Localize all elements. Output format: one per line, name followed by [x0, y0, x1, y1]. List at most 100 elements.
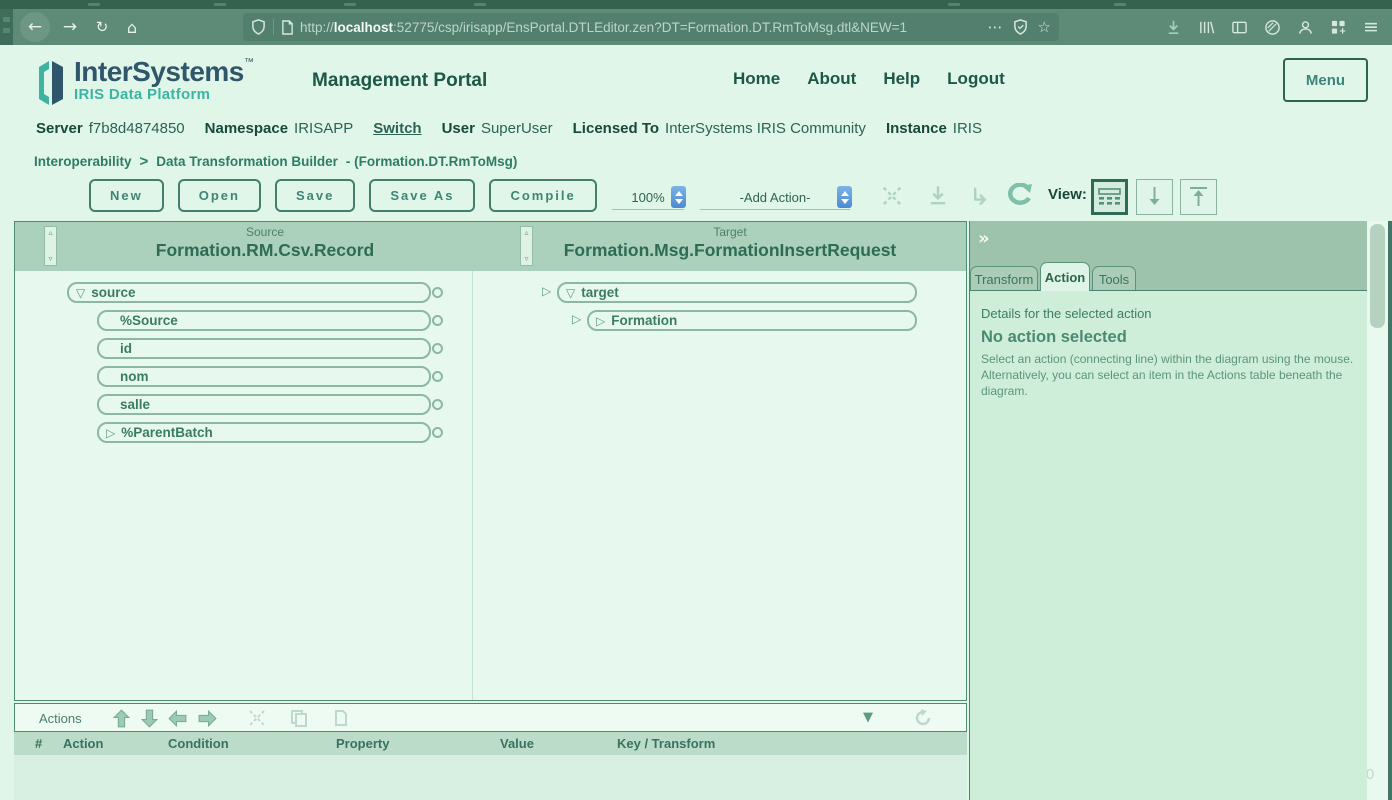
source-node-percent-source[interactable]: %Source	[97, 310, 431, 331]
cut-action-icon	[247, 708, 267, 733]
move-right-icon[interactable]	[197, 708, 218, 734]
output-port[interactable]	[432, 315, 443, 326]
extension-globe-icon[interactable]	[1263, 18, 1281, 36]
zoom-value: 100%	[631, 190, 664, 205]
save-as-button[interactable]: Save As	[369, 179, 475, 212]
tab-transform[interactable]: Transform	[970, 266, 1038, 291]
node-label: id	[120, 341, 132, 356]
source-node-parentbatch[interactable]: ▷ %ParentBatch	[97, 422, 431, 443]
url-bar[interactable]: http://localhost:52775/csp/irisapp/EnsPo…	[243, 13, 1059, 41]
source-header: Source Formation.RM.Csv.Record	[55, 225, 475, 262]
add-action-select[interactable]: -Add Action-	[700, 186, 850, 210]
url-scheme: http://	[300, 20, 334, 35]
breadcrumb-page[interactable]: Data Transformation Builder	[156, 154, 338, 169]
col-value[interactable]: Value	[500, 736, 534, 751]
back-button[interactable]: ←	[20, 12, 50, 42]
user-label: User	[442, 120, 475, 137]
page-scrollbar-thumb[interactable]	[1370, 224, 1385, 328]
page-info-icon[interactable]	[281, 20, 294, 35]
breadcrumb-interoperability[interactable]: Interoperability	[34, 154, 132, 169]
expanded-icon[interactable]: ▽	[76, 286, 85, 300]
col-key-transform[interactable]: Key / Transform	[617, 736, 715, 751]
scroll-up-icon[interactable]: ▵	[524, 229, 528, 237]
source-node-salle[interactable]: salle	[97, 394, 431, 415]
account-icon[interactable]	[1296, 18, 1314, 36]
input-port-icon[interactable]: ▷	[572, 312, 581, 326]
tab-strip-tick	[474, 3, 486, 6]
browser-toolbar: ← → ↻ ⌂ http://localhost:52775/csp/irisa…	[13, 9, 1392, 45]
collapse-panel-icon[interactable]: »	[978, 228, 990, 249]
source-node-id[interactable]: id	[97, 338, 431, 359]
actions-dropdown-icon[interactable]: ▼	[863, 710, 873, 725]
downloads-icon[interactable]	[1164, 18, 1182, 36]
extensions-icon[interactable]	[1329, 18, 1347, 36]
tab-action[interactable]: Action	[1040, 262, 1090, 291]
output-port[interactable]	[432, 287, 443, 298]
permissions-shield-icon[interactable]	[251, 19, 266, 35]
col-action[interactable]: Action	[63, 736, 103, 751]
col-condition[interactable]: Condition	[168, 736, 229, 751]
view-input-button[interactable]	[1180, 179, 1217, 215]
browser-action-icons: ≡	[1164, 13, 1380, 41]
page-title: Management Portal	[312, 70, 487, 92]
col-property[interactable]: Property	[336, 736, 389, 751]
switch-namespace-link[interactable]: Switch	[373, 120, 421, 137]
reload-button[interactable]: ↻	[87, 12, 117, 42]
menu-button[interactable]: Menu	[1283, 58, 1368, 102]
sidebar-toggle-icon[interactable]	[1230, 18, 1248, 36]
target-node-target[interactable]: ▽ target	[557, 282, 917, 303]
nav-help[interactable]: Help	[883, 69, 920, 89]
move-down-icon[interactable]	[139, 708, 160, 734]
view-diagram-button[interactable]	[1091, 179, 1128, 215]
stepper-icon[interactable]	[671, 186, 686, 208]
node-label: Formation	[611, 313, 677, 328]
scroll-down-icon[interactable]: ▿	[48, 255, 52, 263]
status-heading: No action selected	[981, 328, 1127, 347]
output-port[interactable]	[432, 371, 443, 382]
details-caption: Details for the selected action	[981, 306, 1152, 321]
library-icon[interactable]	[1197, 18, 1215, 36]
home-button[interactable]: ⌂	[117, 12, 147, 42]
expanded-icon[interactable]: ▽	[566, 286, 575, 300]
menu-hamburger-icon[interactable]: ≡	[1362, 18, 1380, 36]
url-host: localhost	[334, 20, 393, 35]
editor-toolbar: New Open Save Save As Compile	[89, 179, 597, 212]
forward-button[interactable]: →	[55, 12, 85, 42]
source-node-source[interactable]: ▽ source	[67, 282, 431, 303]
scroll-up-icon[interactable]: ▵	[48, 229, 52, 237]
url-path: :52775/csp/irisapp/EnsPortal.DTLEditor.z…	[393, 20, 907, 35]
move-up-icon[interactable]	[111, 708, 132, 734]
undo-icon[interactable]	[1003, 183, 1033, 214]
tracking-protection-icon[interactable]	[1013, 19, 1028, 35]
target-class-name[interactable]: Formation.Msg.FormationInsertRequest	[520, 240, 940, 262]
zoom-select[interactable]: 100%	[612, 186, 684, 210]
source-scroll-widget[interactable]: ▵ ▿	[44, 226, 57, 266]
bookmark-star-icon[interactable]: ☆	[1038, 18, 1051, 36]
open-button[interactable]: Open	[178, 179, 261, 212]
move-left-icon[interactable]	[167, 708, 188, 734]
view-output-button[interactable]	[1136, 179, 1173, 215]
url-text[interactable]: http://localhost:52775/csp/irisapp/EnsPo…	[300, 20, 978, 35]
page-actions-icon[interactable]: ⋯	[988, 18, 1003, 36]
output-port[interactable]	[432, 427, 443, 438]
new-button[interactable]: New	[89, 179, 164, 212]
save-button[interactable]: Save	[275, 179, 355, 212]
col-number[interactable]: #	[35, 736, 42, 751]
input-port-icon[interactable]: ▷	[542, 284, 551, 298]
target-scroll-widget[interactable]: ▵ ▿	[520, 226, 533, 266]
collapsed-icon[interactable]: ▷	[106, 426, 115, 440]
output-port[interactable]	[432, 343, 443, 354]
collapsed-icon[interactable]: ▷	[596, 314, 605, 328]
tab-tools[interactable]: Tools	[1092, 266, 1136, 291]
nav-home[interactable]: Home	[733, 69, 780, 89]
source-class-name[interactable]: Formation.RM.Csv.Record	[55, 240, 475, 262]
compile-button[interactable]: Compile	[489, 179, 596, 212]
scroll-down-icon[interactable]: ▿	[524, 255, 528, 263]
stepper-icon[interactable]	[837, 186, 852, 208]
target-node-formation[interactable]: ▷ Formation	[587, 310, 917, 331]
node-label: %Source	[120, 313, 178, 328]
nav-about[interactable]: About	[807, 69, 856, 89]
source-node-nom[interactable]: nom	[97, 366, 431, 387]
nav-logout[interactable]: Logout	[947, 69, 1005, 89]
output-port[interactable]	[432, 399, 443, 410]
